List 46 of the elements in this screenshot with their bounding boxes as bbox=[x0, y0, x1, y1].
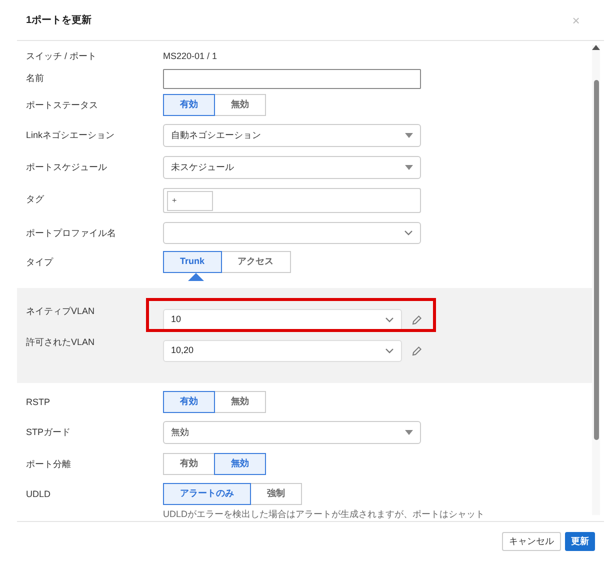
field-label: スイッチ / ポート bbox=[25, 50, 98, 63]
field-value: MS220-01 / 1 bbox=[163, 50, 218, 63]
select-field[interactable]: 無効 bbox=[163, 421, 421, 444]
dialog-title: 1ポートを更新 bbox=[26, 13, 92, 28]
field-label: STPガード bbox=[25, 426, 72, 439]
caret-icon bbox=[405, 165, 413, 170]
dialog-button[interactable]: 更新 bbox=[565, 532, 595, 551]
toggle-option[interactable]: アクセス bbox=[220, 251, 291, 273]
toggle-option[interactable]: Trunk bbox=[163, 251, 222, 273]
toggle-option[interactable]: 強制 bbox=[250, 483, 302, 505]
chevron-icon bbox=[385, 316, 394, 322]
select-field[interactable]: 未スケジュール bbox=[163, 156, 421, 179]
field-label: 名前 bbox=[25, 72, 45, 85]
chevron-icon bbox=[385, 348, 394, 354]
field-label: タグ bbox=[25, 193, 45, 206]
name-input[interactable] bbox=[163, 69, 421, 89]
toggle-option[interactable]: 無効 bbox=[214, 453, 266, 475]
field-label: ポートプロファイル名 bbox=[25, 227, 117, 240]
add-tag-button[interactable]: + bbox=[167, 190, 213, 210]
field-label: ポート分離 bbox=[25, 458, 72, 471]
scrollbar[interactable] bbox=[592, 45, 600, 515]
field-label: Linkネゴシエーション bbox=[25, 129, 116, 142]
toggle-option[interactable]: 有効 bbox=[163, 391, 215, 413]
field-label: ポートステータス bbox=[25, 99, 99, 112]
dialog-button[interactable]: キャンセル bbox=[502, 532, 561, 551]
toggle-option[interactable]: 有効 bbox=[163, 453, 215, 475]
vlan-select[interactable]: 10 bbox=[163, 308, 402, 330]
chevron-icon bbox=[404, 230, 413, 236]
combo-field[interactable] bbox=[163, 222, 421, 244]
field-label: 許可されたVLAN bbox=[25, 336, 96, 349]
field-label: RSTP bbox=[25, 396, 52, 409]
select-field[interactable]: 自動ネゴシエーション bbox=[163, 124, 421, 147]
toggle-option[interactable]: 無効 bbox=[214, 94, 266, 116]
caret-icon bbox=[405, 133, 413, 138]
pencil-icon[interactable] bbox=[412, 314, 422, 324]
field-label: タイプ bbox=[25, 256, 54, 269]
toggle-option[interactable]: 無効 bbox=[214, 391, 266, 413]
field-label: UDLD bbox=[25, 488, 52, 501]
toggle-option[interactable]: アラートのみ bbox=[163, 483, 251, 505]
caret-icon bbox=[405, 430, 413, 435]
toggle-option[interactable]: 有効 bbox=[163, 94, 215, 116]
vlan-select[interactable]: 10,20 bbox=[163, 340, 402, 362]
field-label: ネイティブVLAN bbox=[25, 305, 96, 318]
help-text: UDLDがエラーを検出した場合はアラートが生成されますが、ポートはシャット bbox=[163, 508, 485, 521]
pencil-icon[interactable] bbox=[412, 346, 422, 356]
field-label: ポートスケジュール bbox=[25, 161, 108, 174]
